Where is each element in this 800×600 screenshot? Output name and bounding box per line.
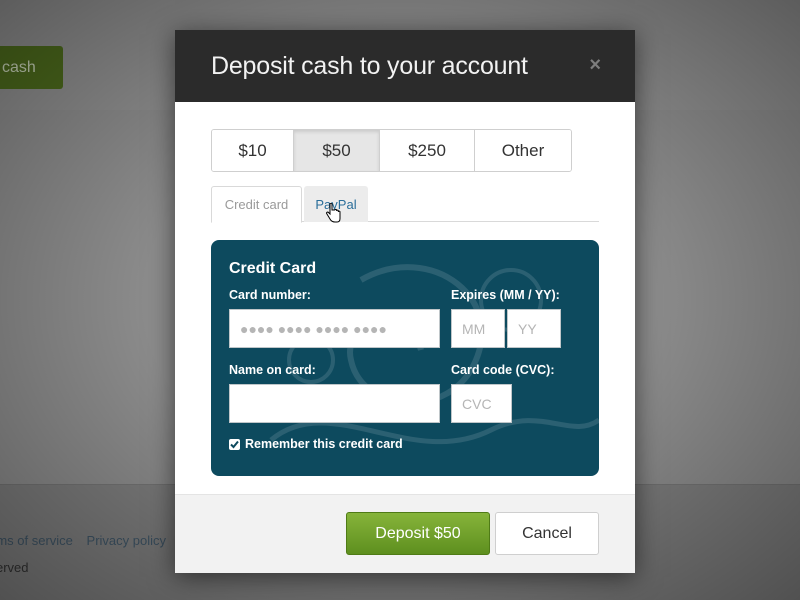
modal-title: Deposit cash to your account bbox=[211, 52, 528, 80]
amount-selector: $10 $50 $250 Other bbox=[211, 129, 572, 172]
tab-credit-card[interactable]: Credit card bbox=[211, 186, 302, 223]
cancel-button[interactable]: Cancel bbox=[495, 512, 599, 555]
background-rights-text: erved bbox=[0, 560, 29, 575]
amount-option-50[interactable]: $50 bbox=[294, 130, 380, 171]
remember-card-row: Remember this credit card bbox=[229, 437, 403, 451]
expires-label: Expires (MM / YY): bbox=[451, 288, 560, 302]
hand-pointer-icon bbox=[326, 203, 341, 223]
card-form-title: Credit Card bbox=[229, 260, 317, 277]
background-cash-button: cash bbox=[0, 46, 63, 89]
remember-card-checkbox[interactable] bbox=[229, 438, 240, 450]
modal-header: Deposit cash to your account × bbox=[175, 30, 635, 102]
remember-card-label: Remember this credit card bbox=[245, 437, 403, 451]
card-number-input[interactable] bbox=[229, 309, 440, 348]
name-on-card-input[interactable] bbox=[229, 384, 440, 423]
modal-footer: Deposit $50 Cancel bbox=[175, 494, 635, 573]
amount-option-250[interactable]: $250 bbox=[380, 130, 475, 171]
terms-link: rms of service bbox=[0, 533, 73, 548]
credit-card-panel: Credit Card Card number: Expires (MM / Y… bbox=[211, 240, 599, 476]
checkmark-icon bbox=[230, 440, 239, 448]
deposit-button[interactable]: Deposit $50 bbox=[346, 512, 490, 555]
privacy-link: Privacy policy bbox=[86, 533, 166, 548]
expiry-month-input[interactable] bbox=[451, 309, 505, 348]
name-on-card-label: Name on card: bbox=[229, 363, 316, 377]
cvc-input[interactable] bbox=[451, 384, 512, 423]
amount-option-10[interactable]: $10 bbox=[212, 130, 294, 171]
card-number-label: Card number: bbox=[229, 288, 311, 302]
expiry-year-input[interactable] bbox=[507, 309, 561, 348]
amount-option-other[interactable]: Other bbox=[475, 130, 571, 171]
cvc-label: Card code (CVC): bbox=[451, 363, 555, 377]
payment-tabs: Credit card PayPal bbox=[211, 186, 599, 223]
close-icon[interactable]: × bbox=[589, 54, 601, 77]
deposit-modal: Deposit cash to your account × $10 $50 $… bbox=[175, 30, 635, 573]
background-footer-links: rms of service Privacy policy bbox=[0, 533, 176, 548]
